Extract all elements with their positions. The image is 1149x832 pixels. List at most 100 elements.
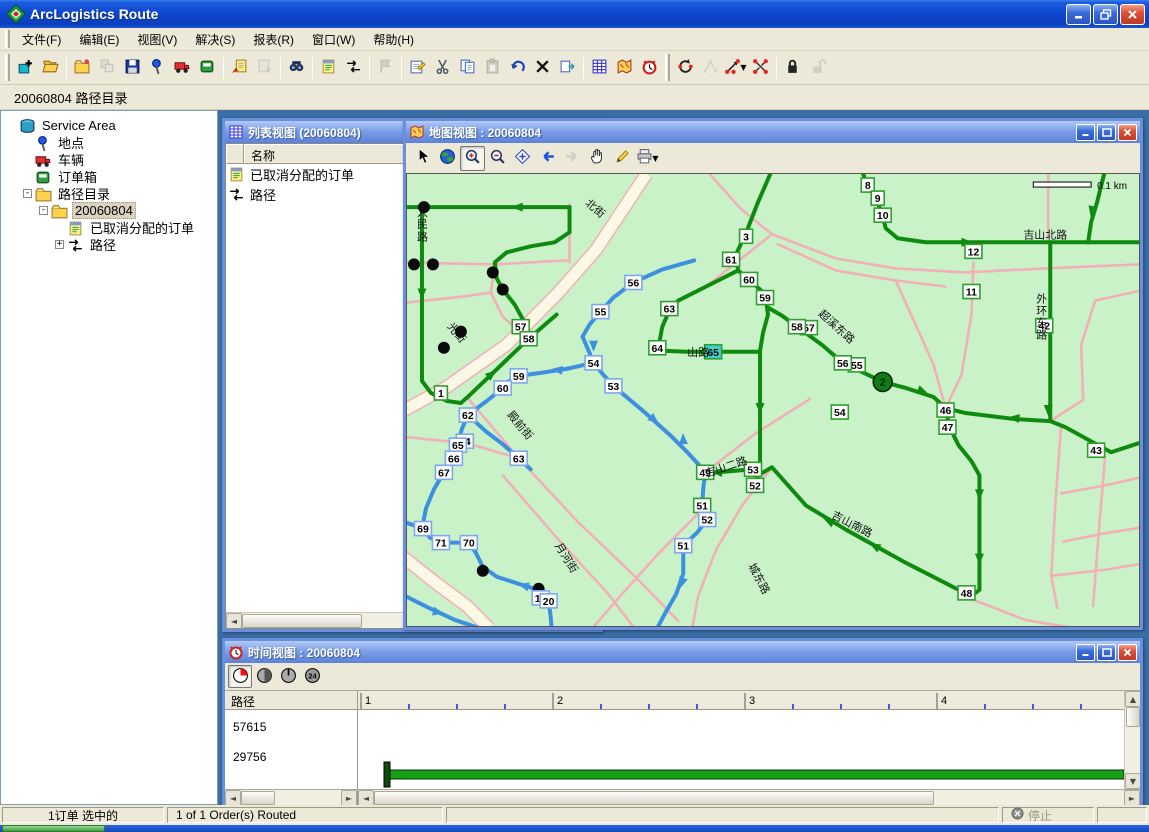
time-vscrollbar[interactable]: ▲ ▼ <box>1124 691 1140 789</box>
restore-button[interactable] <box>1093 4 1118 25</box>
tree-item-label[interactable]: 路径 <box>88 235 118 254</box>
scroll-thumb[interactable] <box>241 791 275 805</box>
tree-expander-minus[interactable]: - <box>39 206 48 215</box>
tree-item-6[interactable]: 已取消分配的订单 <box>1 219 217 236</box>
zoom-out-tool[interactable] <box>485 146 510 171</box>
lock-button[interactable] <box>780 55 805 80</box>
timeline-hscrollbar[interactable]: ◄ ► <box>358 790 1140 805</box>
close-button[interactable] <box>1120 4 1145 25</box>
tree-item-2[interactable]: 车辆 <box>1 151 217 168</box>
route-build-icon <box>345 58 362 78</box>
list-view-blank-header[interactable] <box>226 144 244 164</box>
dropdown-caret-icon[interactable]: ▼ <box>740 63 746 72</box>
build-routes-button[interactable] <box>341 55 366 80</box>
map-minimize-button[interactable] <box>1076 124 1095 141</box>
route-row-label-57615[interactable]: 57615 <box>233 720 266 734</box>
scroll-left-icon[interactable]: ◄ <box>225 790 241 805</box>
map-view-button[interactable] <box>612 55 637 80</box>
scroll-thumb[interactable] <box>374 791 934 805</box>
menu-item-1[interactable]: 编辑(E) <box>70 28 128 51</box>
list-view-button[interactable] <box>587 55 612 80</box>
new-vehicle-button[interactable] <box>170 55 195 80</box>
menu-item-6[interactable]: 帮助(H) <box>364 28 423 51</box>
tree-item-label[interactable]: 路径目录 <box>56 184 112 203</box>
new-item-button[interactable] <box>13 55 38 80</box>
open-button[interactable] <box>38 55 63 80</box>
dropdown-caret-icon[interactable]: ▼ <box>652 154 658 163</box>
tree-expander-minus[interactable]: - <box>23 189 32 198</box>
print-tool[interactable]: ▼ <box>635 146 660 171</box>
route-column-hscrollbar[interactable]: ◄ ► <box>225 790 358 805</box>
menu-item-2[interactable]: 视图(V) <box>128 28 186 51</box>
full-extent-tool[interactable] <box>435 146 460 171</box>
tree-item-3[interactable]: 订单箱 <box>1 168 217 185</box>
import-orders-button[interactable] <box>227 55 252 80</box>
orders-list-button[interactable] <box>316 55 341 80</box>
tree-item-5[interactable]: - 20060804 <box>1 202 217 219</box>
pan-tool[interactable] <box>585 146 610 171</box>
route-row-label-29756[interactable]: 29756 <box>233 750 266 764</box>
time-view-button[interactable] <box>637 55 662 80</box>
undo-button[interactable] <box>505 55 530 80</box>
time-route-column-header[interactable]: 路径 <box>225 691 357 710</box>
tree-item-7[interactable]: + 路径 <box>1 236 217 253</box>
find-button[interactable] <box>284 55 309 80</box>
map-close-button[interactable] <box>1118 124 1137 141</box>
menu-item-4[interactable]: 报表(R) <box>244 28 303 51</box>
cut-button[interactable] <box>430 55 455 80</box>
scroll-thumb[interactable] <box>1126 707 1140 727</box>
properties-button[interactable] <box>405 55 430 80</box>
map-maximize-button[interactable] <box>1097 124 1116 141</box>
delete-button[interactable] <box>530 55 555 80</box>
new-folder-button[interactable] <box>70 55 95 80</box>
menu-item-0[interactable]: 文件(F) <box>13 28 70 51</box>
draw-tool[interactable] <box>610 146 635 171</box>
scroll-left-icon[interactable]: ◄ <box>358 790 374 805</box>
reroute-button[interactable] <box>673 55 698 80</box>
save-button[interactable] <box>120 55 145 80</box>
half-day-view[interactable] <box>252 665 276 688</box>
duplicate-button[interactable] <box>555 55 580 80</box>
toolbar-grip[interactable] <box>665 54 670 80</box>
stop-button[interactable]: 停止 <box>1002 807 1094 823</box>
zoom-in-tool[interactable] <box>460 146 485 171</box>
window-titlebar[interactable]: ArcLogistics Route <box>0 0 1149 28</box>
copy-button[interactable] <box>455 55 480 80</box>
time-maximize-button[interactable] <box>1097 644 1116 661</box>
scroll-down-icon[interactable]: ▼ <box>1125 773 1140 789</box>
quarter-day-view[interactable] <box>228 665 252 688</box>
assign-orders-button[interactable]: ▼ <box>723 55 748 80</box>
24-hour-view[interactable]: 24 <box>300 665 324 688</box>
tree-item-0[interactable]: Service Area <box>1 117 217 134</box>
tree-item-4[interactable]: - 路径目录 <box>1 185 217 202</box>
full-day-view[interactable] <box>276 665 300 688</box>
scroll-up-icon[interactable]: ▲ <box>1125 691 1140 707</box>
scroll-left-icon[interactable]: ◄ <box>226 613 242 629</box>
menu-item-3[interactable]: 解决(S) <box>186 28 244 51</box>
map-view-titlebar[interactable]: 地图视图 : 20060804 <box>406 121 1140 143</box>
time-minimize-button[interactable] <box>1076 644 1095 661</box>
zoom-selection-tool[interactable] <box>510 146 535 171</box>
tree-item-label[interactable]: Service Area <box>40 118 118 133</box>
unassign-orders-button[interactable] <box>748 55 773 80</box>
time-ruler[interactable]: 12345 <box>358 691 1124 710</box>
scroll-thumb[interactable] <box>242 614 362 628</box>
select-tool[interactable] <box>410 146 435 171</box>
menu-grip[interactable] <box>5 30 10 48</box>
scroll-right-icon[interactable]: ► <box>1124 790 1140 805</box>
new-location-button[interactable] <box>145 55 170 80</box>
time-close-button[interactable] <box>1118 644 1137 661</box>
toolbar-grip[interactable] <box>5 54 10 80</box>
toolbar-separator <box>776 57 777 79</box>
tree-item-1[interactable]: 地点 <box>1 134 217 151</box>
tree-item-label[interactable]: 20060804 <box>72 202 136 219</box>
back-extent-tool[interactable] <box>535 146 560 171</box>
time-gantt-area[interactable] <box>358 710 1124 789</box>
map-canvas[interactable]: 5758136160596364891012114257585556544647… <box>406 173 1140 627</box>
time-view-titlebar[interactable]: 时间视图 : 20060804 <box>225 641 1140 663</box>
new-order-button[interactable] <box>195 55 220 80</box>
menu-item-5[interactable]: 窗口(W) <box>303 28 364 51</box>
tree-expander-plus[interactable]: + <box>55 240 64 249</box>
minimize-button[interactable] <box>1066 4 1091 25</box>
scroll-right-icon[interactable]: ► <box>341 790 357 805</box>
